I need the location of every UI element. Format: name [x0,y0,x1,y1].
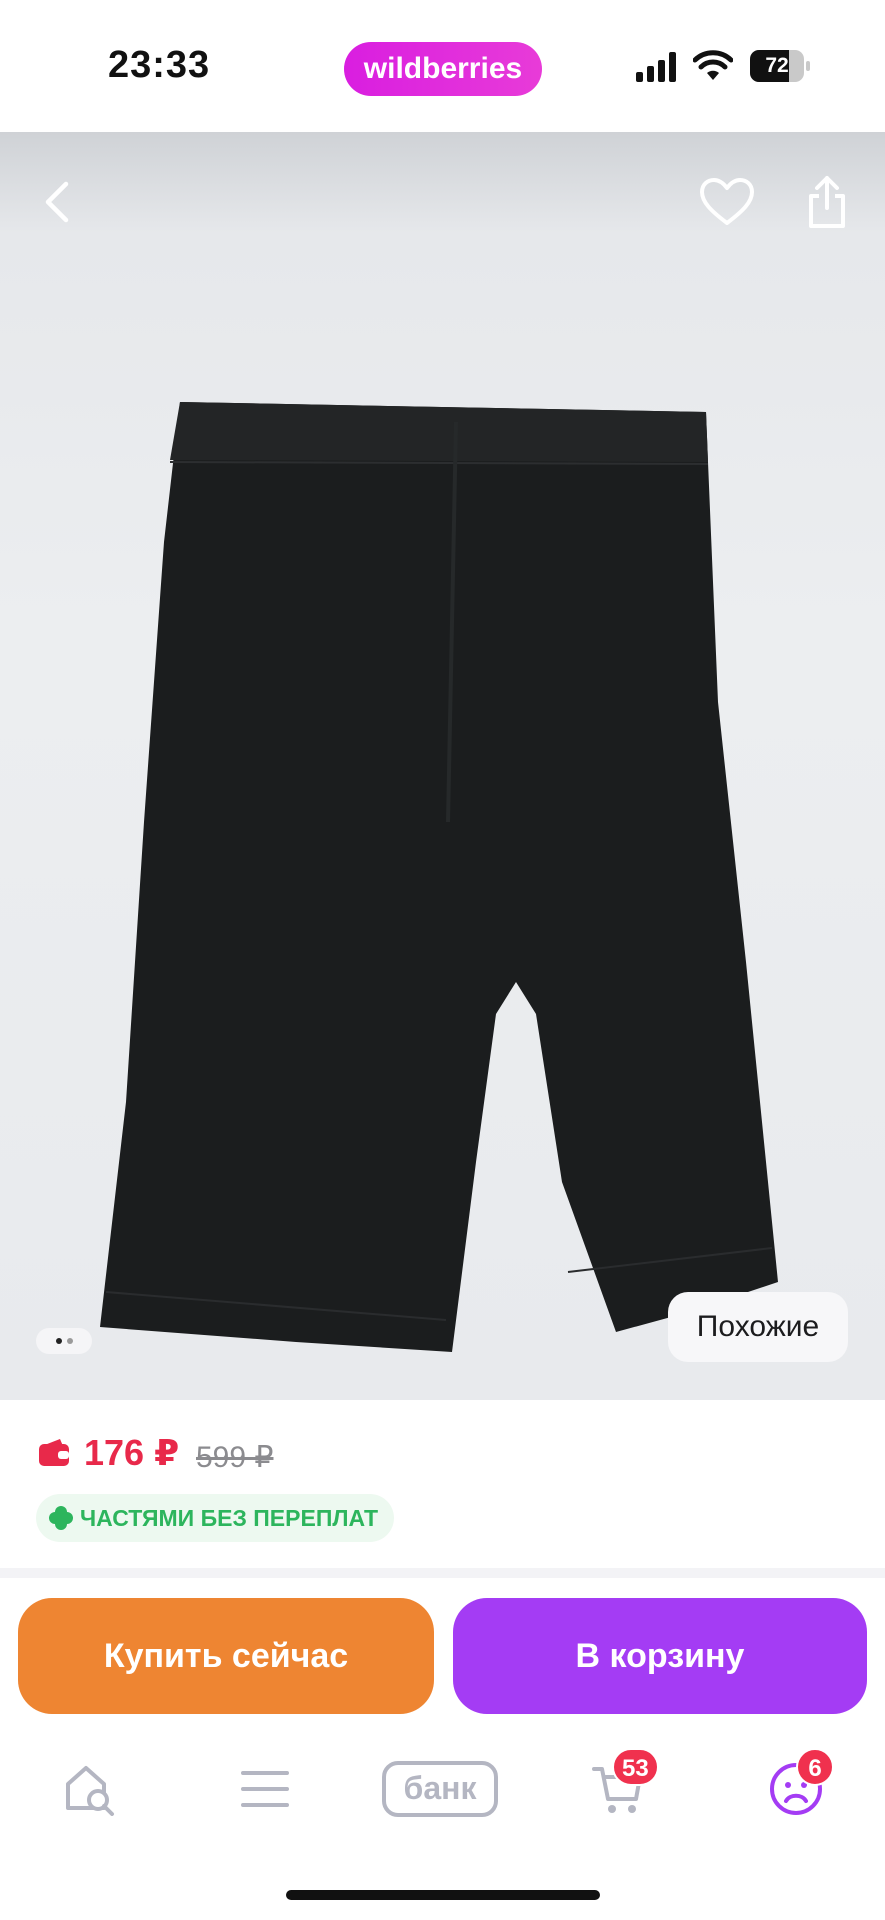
home-search-icon [66,1766,114,1816]
tab-catalog[interactable] [225,1755,305,1823]
tab-bank[interactable]: банк [380,1755,500,1823]
wallet-icon [39,1439,69,1466]
profile-notification-badge: 6 [796,1748,834,1786]
wifi-icon [693,50,733,80]
back-icon [45,181,69,223]
share-button[interactable] [795,170,859,234]
home-indicator [286,1890,600,1900]
carousel-dot [55,1338,62,1344]
favorite-button[interactable] [695,170,759,234]
tab-home[interactable] [50,1755,130,1823]
old-price: 599 ₽ [196,1441,274,1474]
installments-badge[interactable]: ЧАСТЯМИ БЕЗ ПЕРЕПЛАТ [36,1494,395,1542]
price-card: 176 ₽ 599 ₽ ЧАСТЯМИ БЕЗ ПЕРЕПЛАТ [0,1400,885,1568]
section-divider [0,1568,885,1578]
similar-products-button[interactable]: Похожие [668,1292,848,1362]
product-image-shorts [100,402,778,1352]
clover-icon [49,1506,73,1530]
carousel-dot [66,1338,73,1344]
battery-icon: 72 [750,50,810,82]
share-icon [809,176,845,228]
heart-icon [700,178,754,225]
cellular-signal-icon [636,52,676,82]
bank-label: банк [404,1770,478,1806]
current-price: 176 ₽ [84,1432,180,1473]
carousel-indicator[interactable] [36,1328,92,1354]
bank-icon: банк [382,1761,498,1817]
battery-level: 72 [765,54,789,77]
product-screen: 23:33 wildberries 72 Похожие 176 ₽ 599 ₽… [0,0,885,1920]
add-to-cart-button[interactable]: В корзину [453,1598,867,1714]
buy-now-button[interactable]: Купить сейчас [18,1598,434,1714]
product-photo-gallery[interactable]: Похожие [0,132,885,1400]
installments-label: ЧАСТЯМИ БЕЗ ПЕРЕПЛАТ [80,1504,379,1531]
status-bar: 23:33 wildberries 72 [0,0,885,132]
status-time: 23:33 [108,44,211,86]
catalog-menu-icon [241,1771,289,1807]
brand-logo[interactable]: wildberries [344,42,542,96]
back-button[interactable] [26,170,90,234]
cart-count-badge: 53 [612,1748,659,1786]
